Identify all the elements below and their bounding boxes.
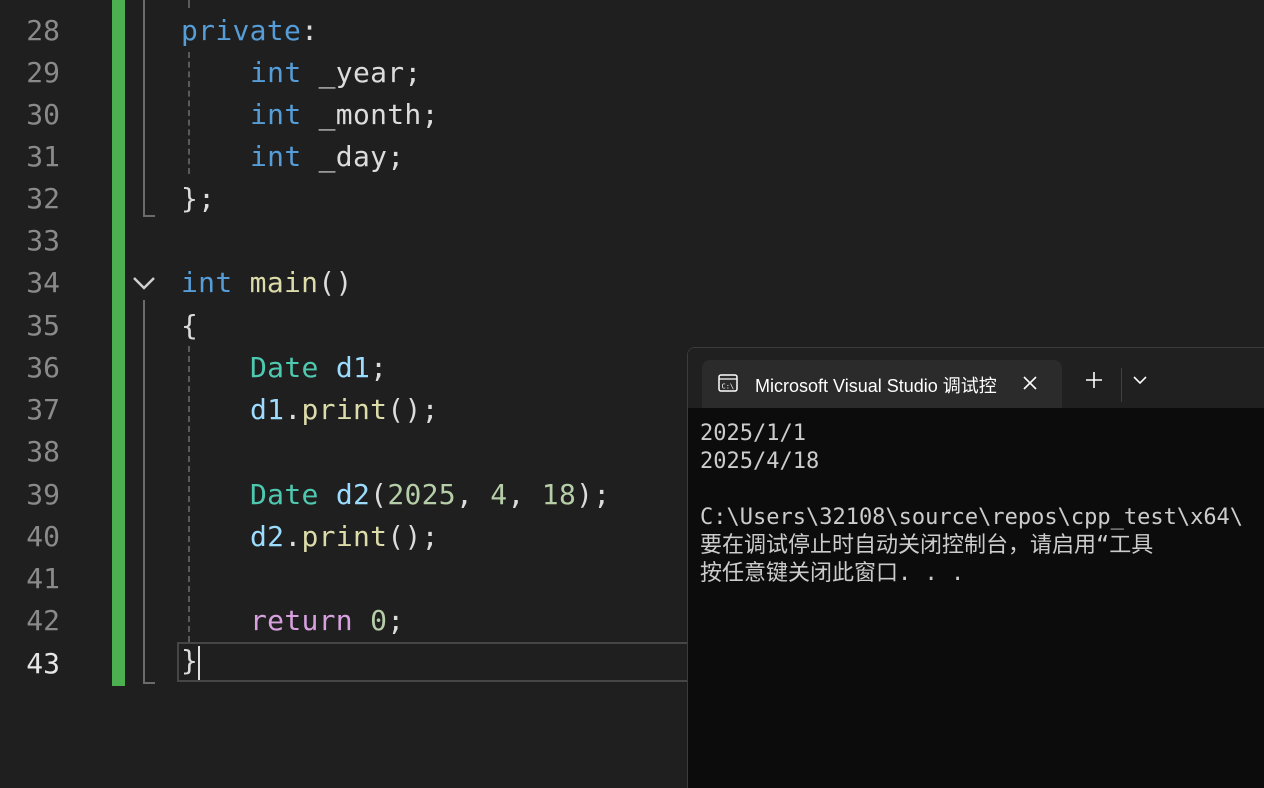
punctuation: ; (387, 604, 405, 637)
titlebar-divider (1121, 368, 1122, 402)
punctuation: ( (370, 478, 388, 511)
variable-name: d1 (250, 393, 285, 426)
code-line-31: int _day; (250, 136, 404, 178)
code-line-42: return 0; (250, 600, 404, 642)
punctuation: (); (387, 393, 439, 426)
terminal-output-line: 按任意键关闭此窗口. . . (700, 561, 965, 586)
indent-guide (188, 346, 190, 642)
change-indicator-bar (112, 0, 125, 686)
line-number-current: 43 (26, 647, 60, 680)
line-number: 33 (26, 224, 60, 257)
console-icon: C:\ (718, 374, 738, 392)
number-literal: 2025 (387, 478, 456, 511)
code-line-28: private: (181, 10, 318, 52)
number-literal: 0 (370, 604, 388, 637)
keyword-int: int (250, 98, 302, 131)
type-name: Date (250, 351, 319, 384)
line-number: 39 (26, 478, 60, 511)
terminal-tab[interactable]: C:\ Microsoft Visual Studio 调试控 (702, 360, 1062, 408)
line-number: 42 (26, 604, 60, 637)
line-number: 40 (26, 520, 60, 553)
keyword-int: int (250, 56, 302, 89)
punctuation: , (507, 478, 542, 511)
punctuation: (); (387, 520, 439, 553)
plus-icon[interactable] (1084, 370, 1104, 390)
terminal-output-line: 2025/4/18 (700, 449, 820, 474)
variable-name: d1 (335, 351, 371, 384)
debug-console-window[interactable]: C:\ Microsoft Visual Studio 调试控 2025/1/1… (687, 347, 1264, 788)
chevron-down-icon[interactable] (131, 272, 157, 294)
terminal-output[interactable]: 2025/1/1 2025/4/18 C:\Users\32108\source… (700, 420, 1264, 588)
punctuation: . (284, 520, 302, 553)
punctuation: : (301, 14, 319, 47)
line-number: 36 (26, 351, 60, 384)
type-name: Date (250, 478, 319, 511)
punctuation: ); (576, 478, 611, 511)
keyword-int: int (250, 140, 302, 173)
code-line-37: d1.print(); (250, 389, 439, 431)
code-line-43[interactable]: } (181, 640, 198, 682)
variable-name: d2 (250, 520, 285, 553)
function-name: print (301, 520, 388, 553)
line-number: 32 (26, 182, 60, 215)
svg-text:C:\: C:\ (722, 383, 735, 391)
close-icon[interactable] (1020, 373, 1040, 393)
class-closing-brace: }; (181, 182, 216, 215)
terminal-titlebar[interactable]: C:\ Microsoft Visual Studio 调试控 (688, 348, 1264, 408)
line-number: 31 (26, 140, 60, 173)
punctuation: ; (370, 351, 388, 384)
number-literal: 4 (490, 478, 508, 511)
line-number: 41 (26, 562, 60, 595)
code-line-30: int _month; (250, 94, 439, 136)
fold-region-line (143, 0, 145, 217)
terminal-output-line: 要在调试停止时自动关闭控制台，请启用“工具 (700, 533, 1154, 558)
indent-guide (188, 0, 190, 8)
member-declaration: _day; (301, 140, 405, 173)
terminal-output-line: 2025/1/1 (700, 421, 806, 446)
variable-name: d2 (335, 478, 371, 511)
code-line-34: int main() (181, 262, 353, 304)
function-name: main (249, 266, 319, 299)
line-number: 34 (26, 266, 60, 299)
line-number: 38 (26, 435, 60, 468)
member-declaration: _year; (301, 56, 422, 89)
code-line-32: }; (181, 178, 215, 220)
line-number: 37 (26, 393, 60, 426)
fold-region-end (143, 215, 155, 217)
terminal-output-line: C:\Users\32108\source\repos\cpp_test\x64… (700, 505, 1244, 530)
fold-region-line (143, 300, 145, 684)
chevron-down-icon[interactable] (1132, 374, 1148, 386)
code-line-35: { (181, 305, 198, 347)
punctuation: () (318, 266, 353, 299)
indent-guide (188, 52, 190, 174)
line-number: 28 (26, 14, 60, 47)
punctuation: , (455, 478, 491, 511)
current-line-highlight (177, 642, 697, 682)
fold-region-end (143, 682, 155, 684)
keyword-int: int (181, 266, 233, 299)
code-line-36: Date d1; (250, 347, 387, 389)
line-number: 29 (26, 56, 60, 89)
code-line-29: int _year; (250, 52, 422, 94)
number-literal: 18 (541, 478, 577, 511)
opening-brace: { (181, 309, 199, 342)
line-number: 30 (26, 98, 60, 131)
keyword-private: private (181, 14, 302, 47)
terminal-tab-title: Microsoft Visual Studio 调试控 (755, 376, 997, 396)
code-line-39: Date d2(2025, 4, 18); (250, 474, 610, 516)
line-number: 35 (26, 309, 60, 342)
punctuation: . (284, 393, 302, 426)
member-declaration: _month; (301, 98, 439, 131)
keyword-return: return (250, 604, 353, 637)
code-line-40: d2.print(); (250, 516, 439, 558)
function-name: print (301, 393, 388, 426)
closing-brace: } (181, 644, 199, 677)
text-caret (198, 646, 200, 680)
